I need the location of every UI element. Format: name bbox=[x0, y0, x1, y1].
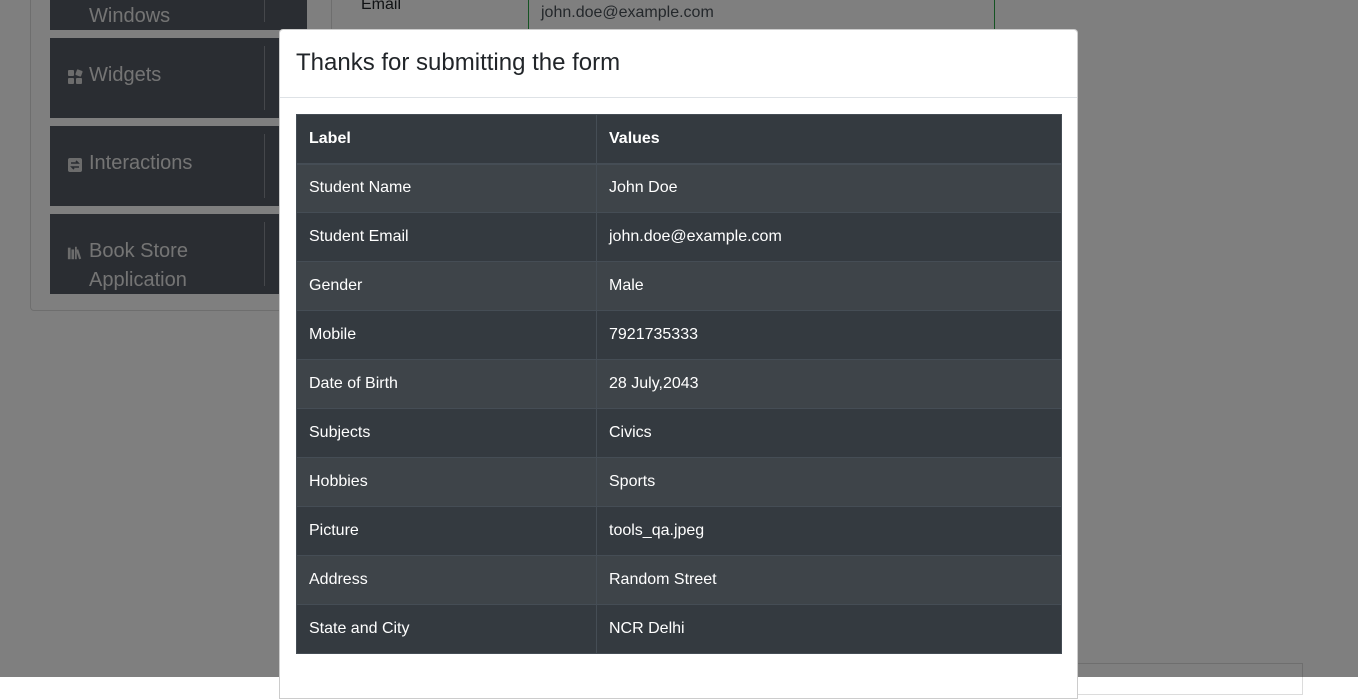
row-label: Student Name bbox=[296, 163, 597, 213]
row-label: State and City bbox=[296, 604, 597, 654]
table-header-row: Label Values bbox=[296, 114, 1062, 165]
table-row: Gender Male bbox=[296, 261, 1062, 311]
row-value: tools_qa.jpeg bbox=[596, 506, 1062, 556]
row-value: john.doe@example.com bbox=[596, 212, 1062, 262]
table-row: Mobile 7921735333 bbox=[296, 310, 1062, 360]
submission-modal: Thanks for submitting the form Label Val… bbox=[279, 29, 1078, 699]
row-value: Civics bbox=[596, 408, 1062, 458]
table-row: Picture tools_qa.jpeg bbox=[296, 506, 1062, 556]
table-row: Hobbies Sports bbox=[296, 457, 1062, 507]
row-label: Picture bbox=[296, 506, 597, 556]
row-label: Mobile bbox=[296, 310, 597, 360]
modal-title: Thanks for submitting the form bbox=[296, 49, 621, 76]
table-row: Student Email john.doe@example.com bbox=[296, 212, 1062, 262]
row-label: Gender bbox=[296, 261, 597, 311]
row-value: John Doe bbox=[596, 163, 1062, 213]
row-label: Student Email bbox=[296, 212, 597, 262]
row-value: Random Street bbox=[596, 555, 1062, 605]
modal-body: Label Values Student Name John Doe Stude… bbox=[280, 98, 1077, 654]
row-value: 7921735333 bbox=[596, 310, 1062, 360]
row-label: Date of Birth bbox=[296, 359, 597, 409]
row-value: Male bbox=[596, 261, 1062, 311]
table-row: Address Random Street bbox=[296, 555, 1062, 605]
column-header-label: Label bbox=[296, 114, 597, 165]
row-label: Hobbies bbox=[296, 457, 597, 507]
table-row: Date of Birth 28 July,2043 bbox=[296, 359, 1062, 409]
table-row: State and City NCR Delhi bbox=[296, 604, 1062, 654]
table-row: Student Name John Doe bbox=[296, 163, 1062, 213]
submission-table: Label Values Student Name John Doe Stude… bbox=[296, 114, 1062, 654]
column-header-values: Values bbox=[596, 114, 1062, 165]
row-value: NCR Delhi bbox=[596, 604, 1062, 654]
row-value: 28 July,2043 bbox=[596, 359, 1062, 409]
modal-header: Thanks for submitting the form bbox=[280, 30, 1077, 98]
row-label: Address bbox=[296, 555, 597, 605]
row-value: Sports bbox=[596, 457, 1062, 507]
table-row: Subjects Civics bbox=[296, 408, 1062, 458]
row-label: Subjects bbox=[296, 408, 597, 458]
